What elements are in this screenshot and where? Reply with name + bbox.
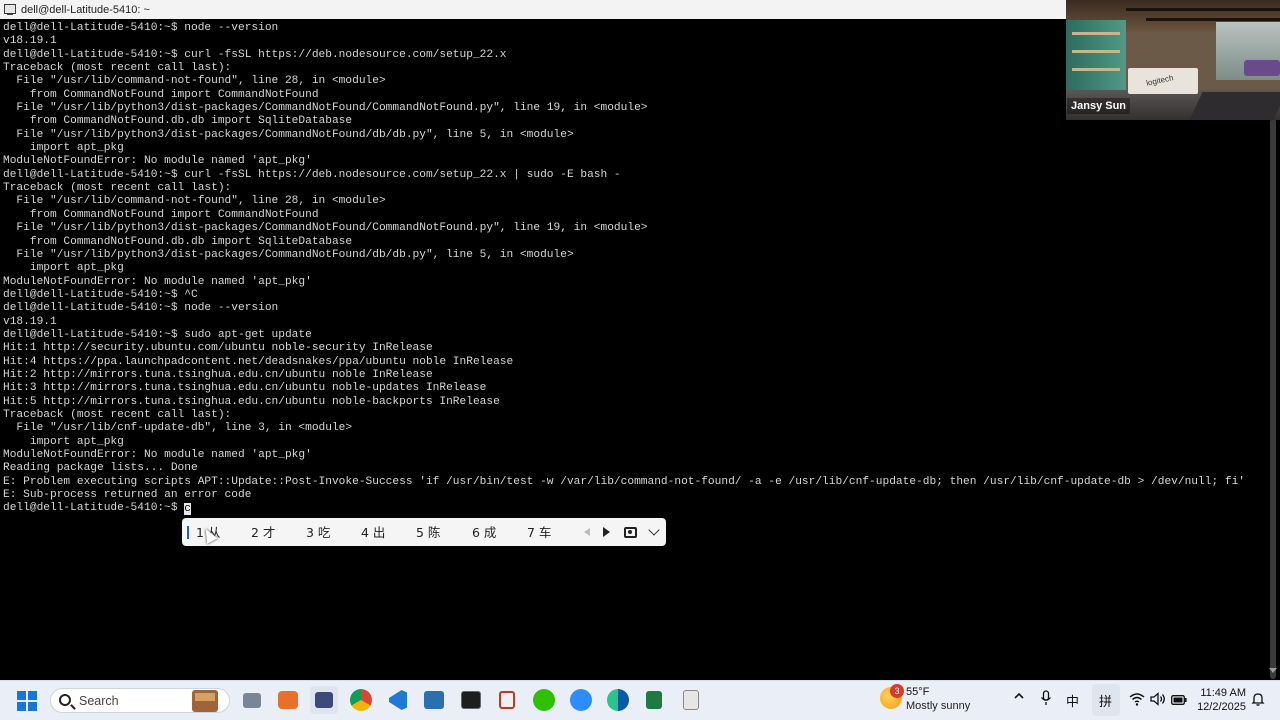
terminal-line: import apt_pkg — [3, 435, 124, 448]
terminal-prompt-line[interactable]: dell@dell-Latitude-5410:~$ c — [3, 502, 1245, 516]
wechat-icon[interactable] — [530, 686, 558, 714]
clock-time[interactable]: 11:49 AM — [1196, 687, 1246, 699]
terminal-cursor[interactable]: c — [184, 503, 192, 516]
snipping-tool-icon[interactable] — [493, 686, 521, 714]
calculator-icon[interactable] — [677, 686, 705, 714]
terminal-line: Hit:1 http://security.ubuntu.com/ubuntu … — [3, 342, 433, 355]
weather-condition[interactable]: Mostly sunny — [906, 700, 970, 712]
terminal-line: from CommandNotFound.db.db import Sqlite… — [3, 115, 353, 128]
terminal-line: dell@dell-Latitude-5410:~$ node --versio… — [3, 302, 279, 315]
notification-bell-icon[interactable] — [1251, 692, 1265, 710]
network-tool-icon[interactable] — [420, 686, 448, 714]
scrollbar-thumb[interactable] — [1270, 119, 1276, 679]
excel-like-icon[interactable] — [640, 686, 668, 714]
terminal-line: Traceback (most recent call last): — [3, 62, 232, 75]
show-hidden-icons-icon[interactable] — [1013, 690, 1025, 706]
start-button[interactable] — [13, 687, 41, 715]
battery-icon[interactable] — [1171, 694, 1187, 709]
weather-badge: 3 — [890, 684, 904, 698]
terminal-output: dell@dell-Latitude-5410:~$ node --versio… — [3, 22, 1245, 516]
terminal-line: import apt_pkg — [3, 142, 124, 155]
search-highlight-icon — [192, 690, 218, 712]
video-wall — [1066, 20, 1126, 90]
terminal-line: File "/usr/lib/command-not-found", line … — [3, 75, 386, 88]
console-icon[interactable] — [457, 686, 485, 714]
participant-name: Jansy Sun — [1067, 98, 1131, 114]
video-call-tile[interactable]: logitech Jansy Sun — [1066, 0, 1280, 120]
volume-icon[interactable] — [1150, 692, 1166, 710]
ime-mode-indicator[interactable]: 拼 — [1099, 691, 1112, 710]
zoom-icon[interactable] — [567, 686, 595, 714]
scroll-down-icon[interactable] — [1269, 668, 1277, 673]
terminal-line: Traceback (most recent call last): — [3, 408, 232, 421]
edge-icon[interactable] — [604, 686, 632, 714]
terminal-prompt: dell@dell-Latitude-5410:~$ — [3, 502, 185, 515]
slides-app-icon[interactable] — [274, 686, 302, 714]
windows-logo-icon — [17, 691, 37, 711]
prev-page-icon[interactable] — [579, 518, 595, 546]
weather-temp[interactable]: 55°F — [906, 686, 929, 698]
skin-icon[interactable] — [622, 518, 638, 546]
expand-chevron-icon[interactable] — [646, 518, 662, 546]
terminal-line: ModuleNotFoundError: No module named 'ap… — [3, 449, 312, 461]
ime-language-indicator[interactable]: 中 — [1066, 691, 1079, 710]
taskbar-search[interactable]: Search — [50, 688, 230, 713]
terminal-line: Reading package lists... Done — [3, 462, 198, 475]
terminal-line: v18.19.1 — [3, 35, 57, 48]
terminal-line: File "/usr/lib/python3/dist-packages/Com… — [3, 102, 648, 115]
terminal-line: dell@dell-Latitude-5410:~$ curl -fsSL ht… — [3, 48, 507, 61]
ime-candidate-4[interactable]: 4 出 — [361, 518, 385, 546]
terminal-line: E: Problem executing scripts APT::Update… — [3, 475, 1246, 488]
terminal-line: v18.19.1 — [3, 315, 57, 328]
wifi-icon[interactable] — [1129, 692, 1145, 710]
search-label: Search — [79, 694, 119, 708]
next-page-icon[interactable] — [598, 518, 614, 546]
terminal-line: File "/usr/lib/python3/dist-packages/Com… — [3, 128, 574, 141]
terminal-line: dell@dell-Latitude-5410:~$ sudo apt-get … — [3, 328, 312, 341]
ime-candidate-3[interactable]: 3 吃 — [306, 518, 330, 546]
terminal-line: File "/usr/lib/command-not-found", line … — [3, 195, 386, 208]
clock-date[interactable]: 12/2/2025 — [1192, 701, 1246, 713]
terminal-line: import apt_pkg — [3, 262, 124, 275]
terminal-line: dell@dell-Latitude-5410:~$ node --versio… — [3, 22, 279, 34]
terminal-line: Traceback (most recent call last): — [3, 182, 232, 195]
ime-candidate-5[interactable]: 5 陈 — [416, 518, 440, 546]
terminal-line: Hit:2 http://mirrors.tuna.tsinghua.edu.c… — [3, 368, 433, 381]
search-icon — [59, 694, 71, 706]
ime-candidate-6[interactable]: 6 成 — [472, 518, 496, 546]
microphone-icon[interactable] — [1040, 690, 1052, 710]
terminal-line: from CommandNotFound.db.db import Sqlite… — [3, 235, 353, 248]
vscode-icon[interactable] — [384, 686, 412, 714]
terminal-line: from CommandNotFound import CommandNotFo… — [3, 208, 319, 221]
ime-candidate-window[interactable]: 1 从 2 才 3 吃 4 出 5 陈 6 成 7 车 — [182, 518, 666, 546]
window-title: dell@dell-Latitude-5410: ~ — [21, 3, 150, 16]
terminal-line: dell@dell-Latitude-5410:~$ curl -fsSL ht… — [3, 168, 621, 181]
video-sofa — [1244, 60, 1280, 76]
terminal-line: Hit:3 http://mirrors.tuna.tsinghua.edu.c… — [3, 382, 487, 395]
ime-candidate-2[interactable]: 2 才 — [251, 518, 275, 546]
terminal-line: E: Sub-process returned an error code — [3, 489, 252, 502]
terminal-window-icon — [3, 3, 17, 16]
file-explorer-icon[interactable] — [238, 686, 266, 714]
ime-candidate-7[interactable]: 7 车 — [527, 518, 551, 546]
terminal-line: Hit:4 https://ppa.launchpadcontent.net/d… — [3, 355, 514, 368]
terminal-line: from CommandNotFound import CommandNotFo… — [3, 88, 319, 101]
video-rug — [1189, 92, 1280, 120]
terminal-line: File "/usr/lib/python3/dist-packages/Com… — [3, 222, 648, 235]
terminal-line: ModuleNotFoundError: No module named 'ap… — [3, 155, 312, 168]
ime-caret — [187, 526, 189, 539]
terminal-line: File "/usr/lib/python3/dist-packages/Com… — [3, 248, 574, 261]
terminal-line: ModuleNotFoundError: No module named 'ap… — [3, 275, 312, 288]
terminal-line: Hit:5 http://mirrors.tuna.tsinghua.edu.c… — [3, 395, 500, 408]
terminal-line: File "/usr/lib/cnf-update-db", line 3, i… — [3, 422, 353, 435]
terminal-app-icon[interactable] — [310, 686, 338, 714]
terminal-line: dell@dell-Latitude-5410:~$ ^C — [3, 288, 198, 301]
chrome-icon[interactable] — [347, 686, 375, 714]
